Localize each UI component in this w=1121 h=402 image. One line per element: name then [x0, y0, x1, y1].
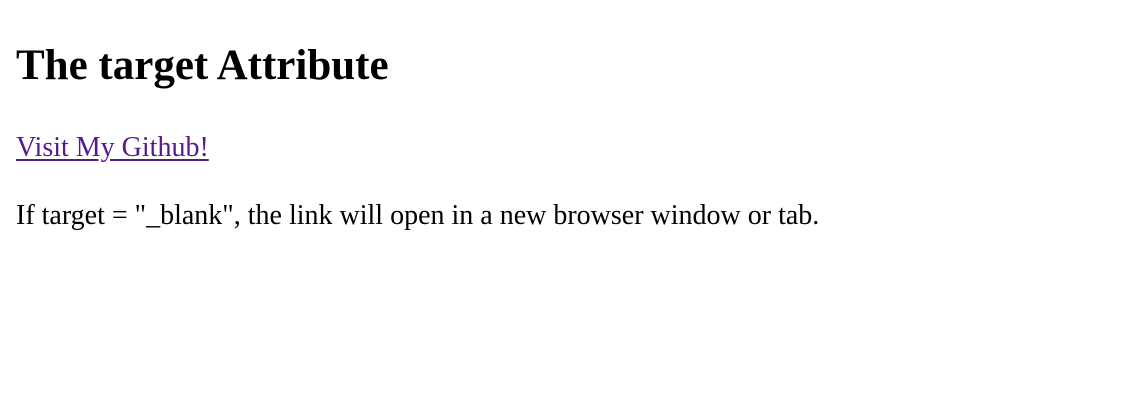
link-paragraph: Visit My Github!: [16, 132, 1105, 164]
github-link[interactable]: Visit My Github!: [16, 132, 209, 163]
page-body: The target Attribute Visit My Github! If…: [0, 0, 1121, 232]
description-text: If target = "_blank", the link will open…: [16, 200, 820, 231]
page-title: The target Attribute: [16, 42, 389, 89]
